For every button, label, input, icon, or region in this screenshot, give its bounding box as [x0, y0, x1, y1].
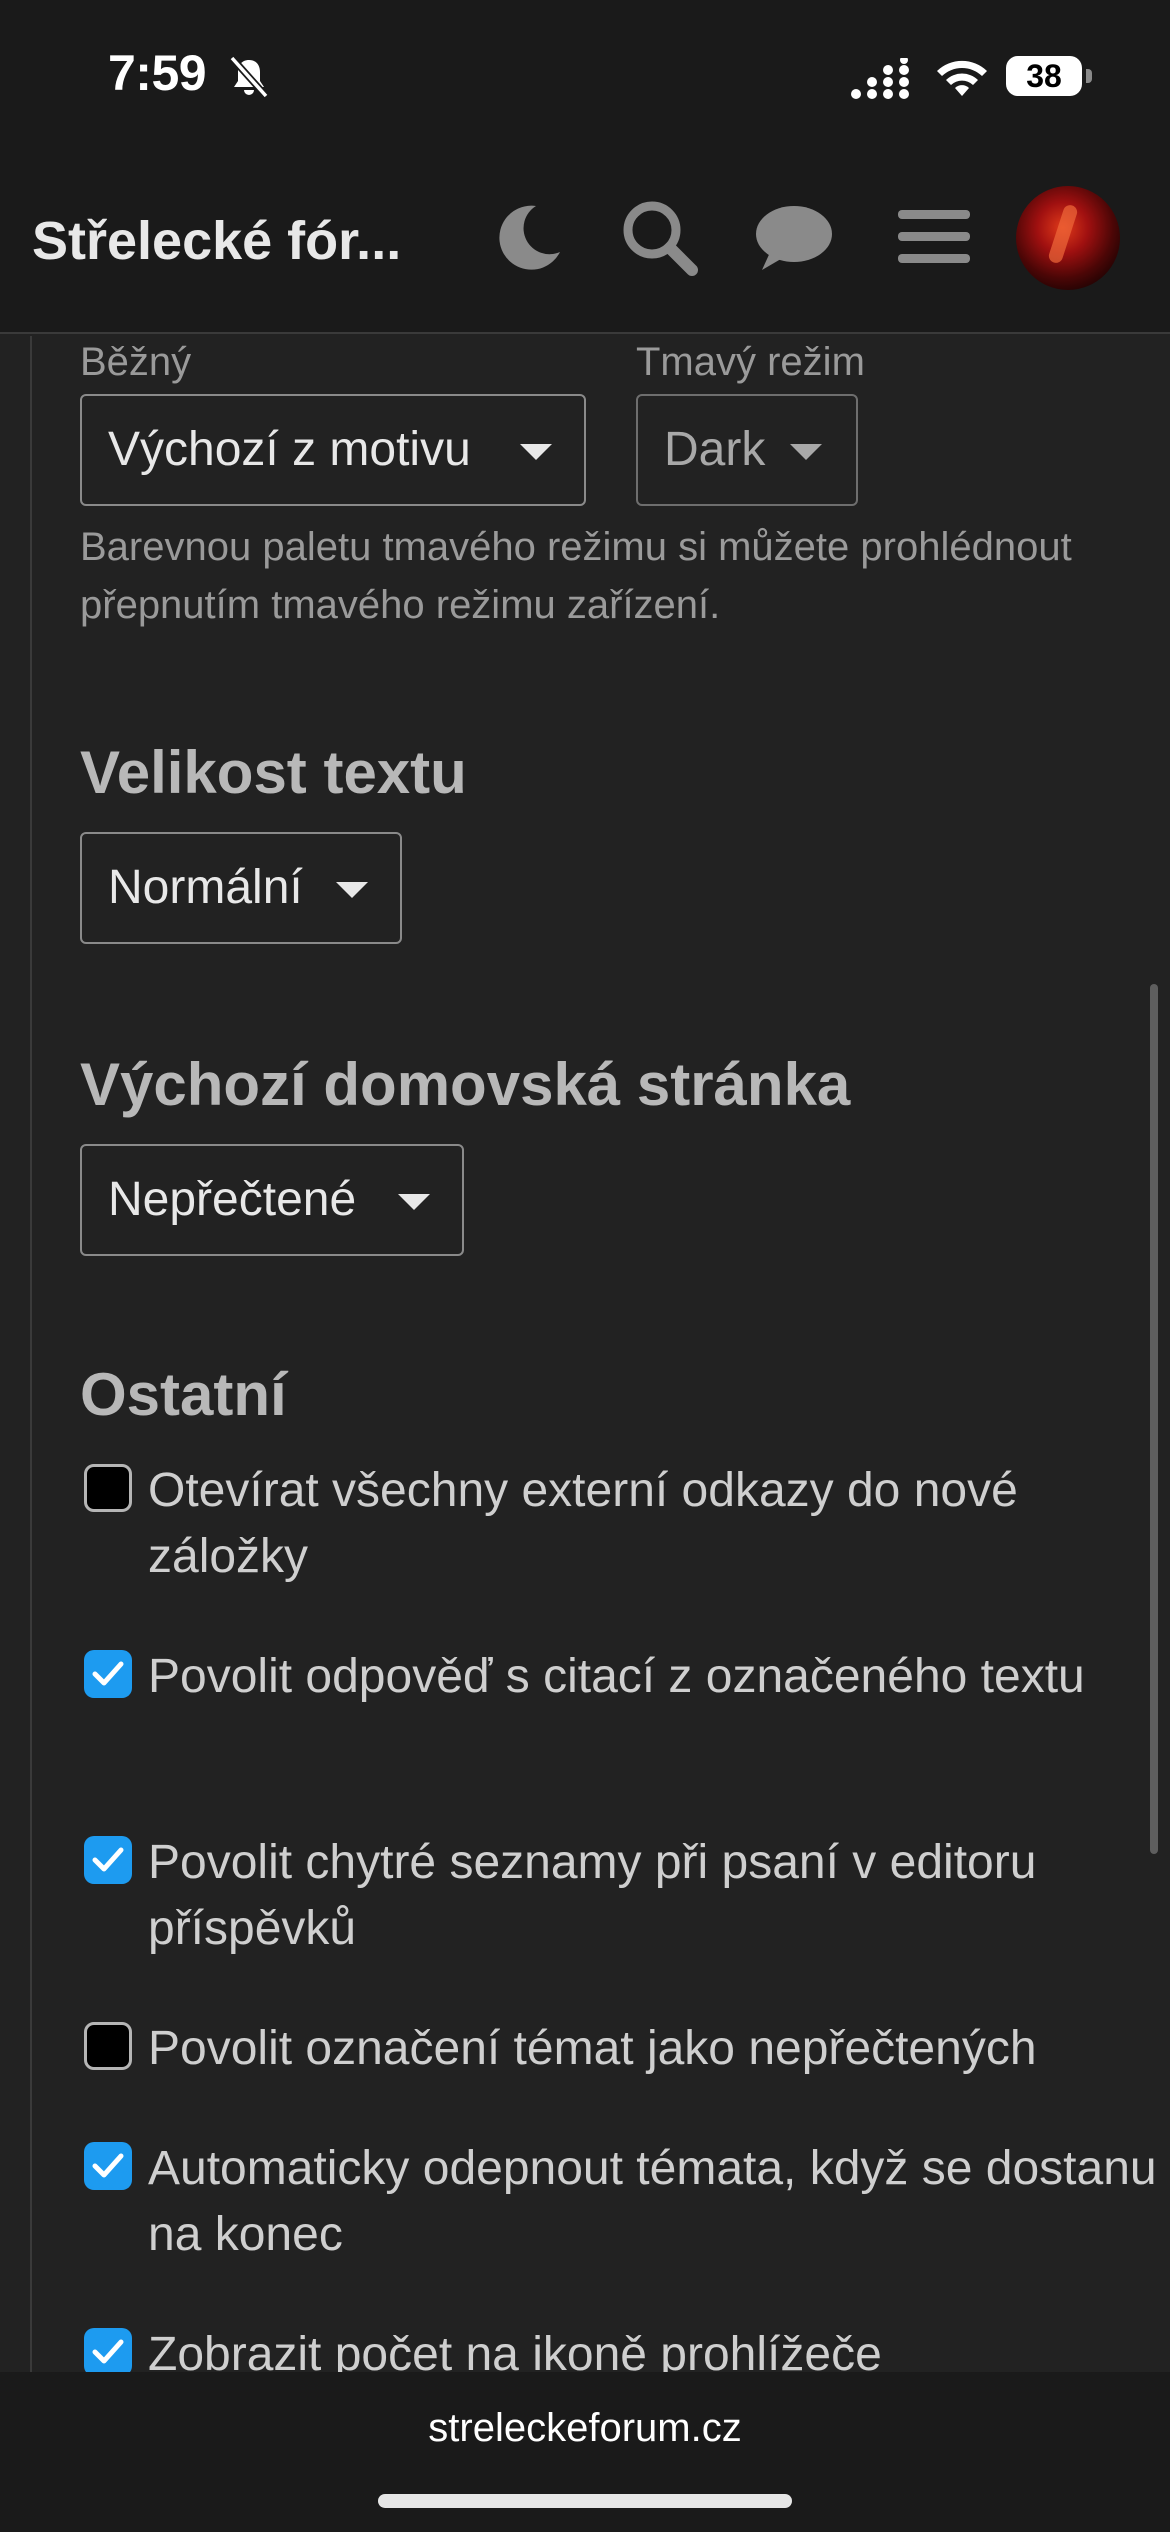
option-label: Otevírat všechny externí odkazy do nové … — [148, 1464, 1018, 1583]
checkbox-checked[interactable] — [84, 2328, 132, 2372]
url-bar[interactable]: streleckeforum.cz — [0, 2406, 1170, 2451]
checkmark-icon — [92, 2339, 124, 2364]
chevron-down-icon — [790, 444, 822, 460]
checkbox-unchecked[interactable] — [84, 1464, 132, 1512]
regular-theme-value: Výchozí z motivu — [108, 423, 471, 476]
text-size-select[interactable]: Normální — [80, 832, 402, 944]
scrollbar[interactable] — [1150, 984, 1158, 1854]
chevron-down-icon — [336, 882, 368, 898]
dark-mode-label: Tmavý režim — [636, 340, 865, 384]
checkbox-checked[interactable] — [84, 1650, 132, 1698]
option-label: Povolit odpověď s citací z označeného te… — [148, 1650, 1085, 1703]
battery-level: 38 — [1026, 58, 1062, 94]
dark-mode-help-text: Barevnou paletu tmavého režimu si můžete… — [80, 525, 1072, 627]
chevron-down-icon — [520, 444, 552, 460]
default-homepage-heading: Výchozí domovská stránka — [80, 1051, 851, 1118]
regular-theme-select[interactable]: Výchozí z motivu — [80, 394, 586, 506]
checkbox-checked[interactable] — [84, 2142, 132, 2190]
option-label: Povolit označení témat jako nepřečtených — [148, 2022, 1037, 2075]
search-icon[interactable] — [614, 192, 704, 282]
other-heading: Ostatní — [80, 1361, 287, 1428]
option-label: Zobrazit počet na ikoně prohlížeče — [148, 2328, 882, 2372]
content-left-border — [30, 336, 32, 2372]
regular-theme-label: Běžný — [80, 340, 192, 384]
checkbox-checked[interactable] — [84, 1836, 132, 1884]
default-homepage-value: Nepřečtené — [108, 1173, 357, 1226]
text-size-value: Normální — [108, 861, 303, 914]
site-title[interactable]: Střelecké fór... — [32, 210, 432, 272]
browser-bottom-bar: streleckeforum.cz — [0, 2372, 1170, 2532]
dark-mode-select[interactable]: Dark — [636, 394, 858, 506]
app-header: Střelecké fór... — [0, 150, 1170, 334]
checkmark-icon — [92, 1661, 124, 1686]
home-indicator[interactable] — [378, 2494, 792, 2508]
dark-mode-value: Dark — [664, 423, 766, 476]
wifi-icon — [937, 60, 987, 96]
user-avatar[interactable] — [1016, 186, 1120, 290]
bell-off-icon — [229, 55, 269, 99]
hamburger-menu-icon[interactable] — [888, 192, 978, 282]
checkmark-icon — [92, 2153, 124, 2178]
preferences-content: Běžný Tmavý režim Výchozí z motivu Dark … — [0, 336, 1170, 2372]
default-homepage-select[interactable]: Nepřečtené — [80, 1144, 464, 1256]
status-time: 7:59 — [108, 45, 207, 101]
checkbox-unchecked[interactable] — [84, 2022, 132, 2070]
option-label: Automaticky odepnout témata, když se dos… — [148, 2142, 1157, 2261]
checkmark-icon — [92, 1847, 124, 1872]
status-bar: 7:59 38 — [0, 0, 1170, 150]
chat-icon[interactable] — [748, 192, 838, 282]
moon-icon[interactable] — [484, 192, 574, 282]
cellular-signal-icon — [851, 58, 909, 99]
battery-icon: 38 — [1006, 54, 1092, 100]
text-size-heading: Velikost textu — [80, 739, 467, 806]
option-label: Povolit chytré seznamy při psaní v edito… — [148, 1836, 1037, 1955]
chevron-down-icon — [398, 1194, 430, 1210]
